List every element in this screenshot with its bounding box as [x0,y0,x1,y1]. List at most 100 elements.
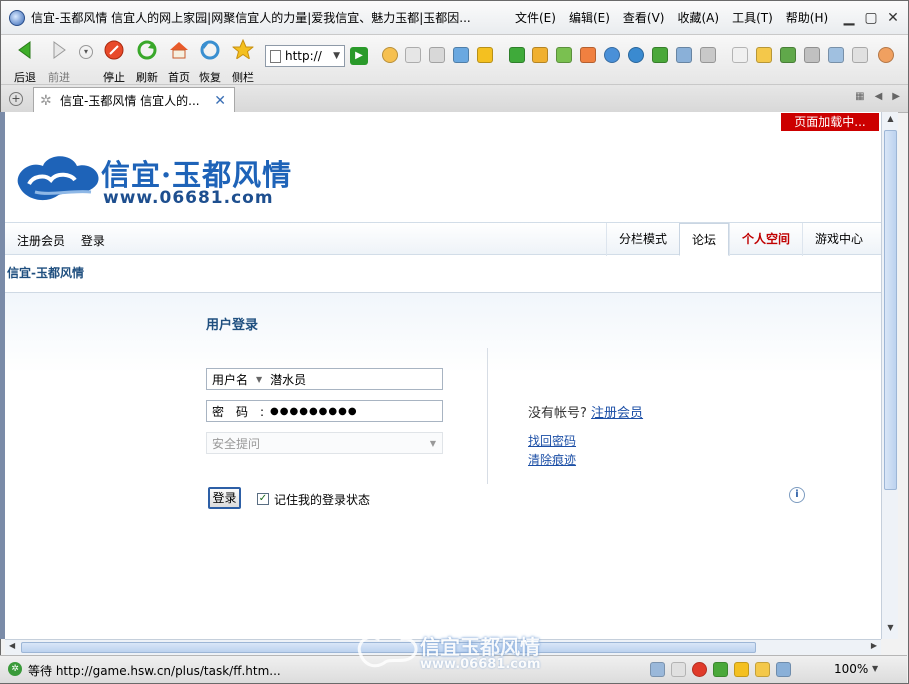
site-watermark: 信宜玉都风情 www.06681.com [356,627,556,675]
login-submit-button[interactable]: 登录 [208,487,241,509]
font-icon[interactable] [532,47,548,63]
stop-icon [104,40,124,60]
keyboard-icon[interactable] [405,47,421,63]
username-type-dropdown-icon[interactable]: ▼ [256,375,262,384]
address-bar[interactable]: http:// ▼ [265,45,345,67]
info-icon[interactable]: i [789,487,805,503]
scroll-left-icon[interactable]: ◀ [9,641,15,650]
menu-favorites[interactable]: 收藏(A) [677,9,719,26]
nav-login[interactable]: 登录 [81,234,105,248]
nav-personal-space[interactable]: 个人空间 [728,223,802,256]
no-account-prompt: 没有帐号? 注册会员 [528,402,643,421]
stop-button[interactable]: 停止 [98,39,130,85]
new-tab-icon[interactable]: + [9,92,23,106]
back-button[interactable]: 后退 [9,39,41,85]
monitor-icon[interactable] [700,47,716,63]
nav-register[interactable]: 注册会员 [17,234,65,248]
zoom-level[interactable]: 100% [834,662,868,676]
sync-icon[interactable] [604,47,620,63]
security-question-select[interactable]: 安全提问 ▼ [206,432,443,454]
password-value: ●●●●●●●●● [270,405,358,417]
tab-bar: + ✲ 信宜-玉都风情 信宜人的... ✕ ▦ ◀ ▶ [1,85,908,113]
save-icon[interactable] [780,47,796,63]
globe-icon[interactable] [628,47,644,63]
nav-forum[interactable]: 论坛 [678,223,729,256]
up-arrow-icon[interactable] [652,47,668,63]
sound-icon[interactable] [734,662,749,677]
refresh-button[interactable]: 刷新 [131,39,163,85]
minimize-icon[interactable]: ▁ [842,11,856,25]
window-icon[interactable] [453,47,469,63]
password-field[interactable]: 密 码 : ●●●●●●●●● [206,400,443,422]
menu-edit[interactable]: 编辑(E) [569,9,610,26]
security-status-icon[interactable] [650,662,665,677]
stop-status-icon[interactable] [692,662,707,677]
nav-game-center[interactable]: 游戏中心 [801,223,875,256]
zoom-dropdown-icon[interactable]: ▼ [872,664,878,673]
menu-help[interactable]: 帮助(H) [786,9,828,26]
menu-view[interactable]: 查看(V) [623,9,665,26]
download-status-icon[interactable] [713,662,728,677]
breadcrumb[interactable]: 信宜-玉都风情 [7,264,84,281]
address-dropdown-icon[interactable]: ▼ [333,51,340,61]
vertical-scrollbar[interactable]: ▲ ▼ [881,112,898,639]
menu-file[interactable]: 文件(E) [515,9,556,26]
maximize-icon[interactable]: ▢ [864,11,878,25]
menu-tools[interactable]: 工具(T) [732,9,773,26]
security-dropdown-icon[interactable]: ▼ [430,439,436,448]
loading-spinner-icon: ✲ [40,92,52,109]
vertical-scroll-thumb[interactable] [884,130,897,490]
scroll-right-icon[interactable]: ▶ [871,641,877,650]
screenshot-icon[interactable] [676,47,692,63]
print-icon[interactable] [804,47,820,63]
tab-scroll-left-icon[interactable]: ◀ [875,91,883,102]
sidebar-button[interactable]: 侧栏 [227,38,259,85]
back-label: 后退 [14,71,36,84]
tab-close-icon[interactable]: ✕ [214,93,226,109]
user-icon[interactable] [878,47,894,63]
clear-traces-link[interactable]: 清除痕迹 [528,451,576,468]
popup-status-icon[interactable] [671,662,686,677]
close-icon[interactable]: ✕ [886,11,900,25]
site-logo[interactable]: 信宜·玉都风情 www.06681.com [11,146,291,210]
go-button[interactable]: ▶ [350,47,368,65]
restore-button[interactable]: 恢复 [194,39,226,85]
forward-button[interactable]: 前进 [43,39,75,85]
clock-icon[interactable] [382,47,398,63]
home-icon [170,42,188,59]
history-dropdown-icon[interactable]: ▾ [79,45,93,59]
toolbar: 后退 前进 ▾ 停止 刷新 首页 恢复 侧栏 http:// ▼ ▶ [1,35,908,85]
nav-user-links: 注册会员 登录 [17,232,117,249]
zoom-icon[interactable] [776,662,791,677]
forward-label: 前进 [48,71,70,84]
remember-me-checkbox[interactable]: ✓ [257,493,269,505]
scroll-up-icon[interactable]: ▲ [884,114,897,128]
status-folder-icon[interactable] [755,662,770,677]
page-viewport: 页面加载中... 信宜·玉都风情 www.06681.com 注册会员 登录 分… [5,112,881,639]
tab-list-icon[interactable]: ▦ [855,91,864,102]
image-icon[interactable] [556,47,572,63]
nav-column-mode[interactable]: 分栏模式 [605,223,679,256]
window-controls: ▁ ▢ ✕ [842,11,900,25]
favorites-star-icon[interactable] [477,47,493,63]
plugin-icon[interactable] [509,47,525,63]
watermark-cloud-icon [357,630,418,668]
scroll-down-icon[interactable]: ▼ [884,623,897,637]
home-label: 首页 [168,71,190,84]
username-field[interactable]: 用户名 ▼ 潜水员 [206,368,443,390]
restore-icon [200,40,220,60]
copy-icon[interactable] [852,47,868,63]
register-link[interactable]: 注册会员 [591,406,643,421]
tools-icon[interactable] [429,47,445,63]
tab-scroll-right-icon[interactable]: ▶ [892,91,900,102]
remember-me-label: 记住我的登录状态 [274,493,371,507]
tab-active[interactable]: ✲ 信宜-玉都风情 信宜人的... ✕ [33,87,235,113]
preview-icon[interactable] [828,47,844,63]
cloud-logo-icon [17,156,99,201]
forward-arrow-icon [53,41,66,59]
block-icon[interactable] [580,47,596,63]
forgot-password-link[interactable]: 找回密码 [528,432,576,449]
home-button[interactable]: 首页 [163,39,195,85]
folder-icon[interactable] [756,47,772,63]
document-icon[interactable] [732,47,748,63]
